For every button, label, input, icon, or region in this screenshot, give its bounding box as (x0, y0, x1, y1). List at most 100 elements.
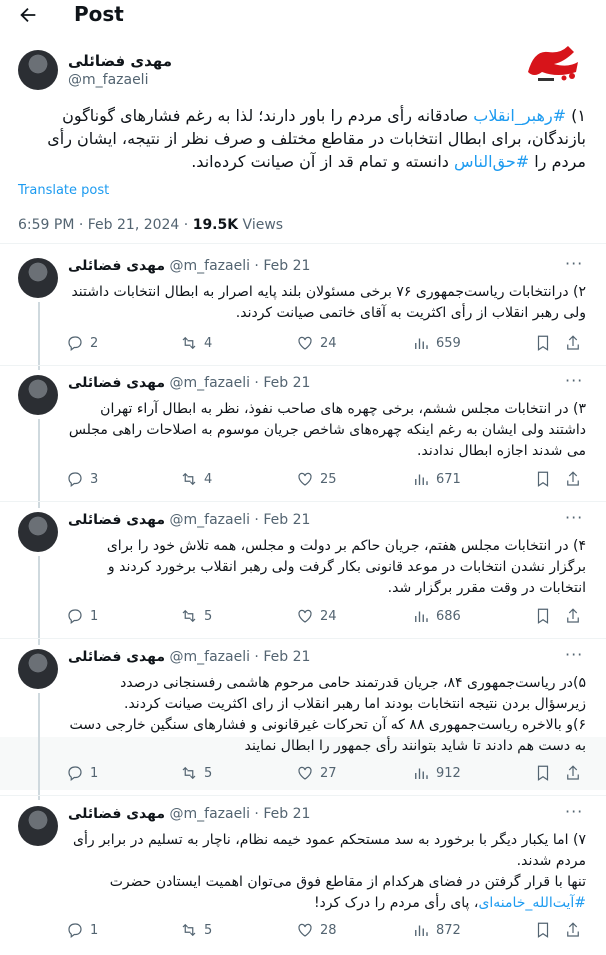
like-button[interactable]: 24 (296, 606, 337, 626)
author-handle[interactable]: @m_fazaeli · Feb 21 (170, 258, 311, 274)
bookmark-button[interactable] (534, 763, 552, 783)
hashtag-link[interactable]: #آیت‌الله_خامنه‌ای (478, 895, 586, 911)
author-handle[interactable]: @m_fazaeli · Feb 21 (170, 649, 311, 665)
divider (0, 243, 606, 244)
views-button[interactable]: 659 (412, 333, 461, 353)
author-handle[interactable]: @m_fazaeli (68, 72, 148, 88)
like-icon (298, 336, 312, 350)
reply-button[interactable]: 1 (66, 920, 98, 940)
author-handle[interactable]: @m_fazaeli · Feb 21 (170, 806, 311, 822)
more-options-icon[interactable]: ··· (565, 802, 583, 821)
like-button[interactable]: 27 (296, 763, 337, 783)
views-count: 872 (436, 922, 461, 938)
repost-button[interactable]: 4 (180, 469, 212, 489)
divider (0, 638, 606, 639)
reply-text: ۷) اما یکبار دیگر با برخورد به سد مستحکم… (73, 832, 586, 911)
reply-icon (68, 336, 82, 351)
avatar[interactable] (18, 258, 58, 298)
hashtag-link[interactable]: #رهبر_انقلاب (473, 106, 566, 125)
author-name[interactable]: مهدی فضائلی (68, 52, 172, 70)
reply-button[interactable]: 1 (66, 763, 98, 783)
translate-post-link[interactable]: Translate post (18, 183, 109, 198)
author-name[interactable]: مهدی فضائلی (68, 512, 165, 528)
reply-header: مهدی فضائلی @m_fazaeli · Feb 21 (68, 375, 310, 391)
repost-button[interactable]: 5 (180, 920, 212, 940)
views-button[interactable]: 686 (412, 606, 461, 626)
hashtag-link[interactable]: #حق‌الناس (454, 152, 529, 171)
like-button[interactable]: 28 (296, 920, 337, 940)
top-bar: Post (0, 0, 606, 32)
views-button[interactable]: 912 (412, 763, 461, 783)
avatar[interactable] (18, 806, 58, 846)
views-count: 671 (436, 471, 461, 487)
views-count: 912 (436, 765, 461, 781)
bookmark-icon (537, 471, 549, 487)
avatar[interactable] (18, 649, 58, 689)
views-icon (415, 768, 428, 779)
reply-button[interactable]: 2 (66, 333, 98, 353)
author-handle[interactable]: @m_fazaeli · Feb 21 (170, 512, 311, 528)
repost-button[interactable]: 5 (180, 606, 212, 626)
action-bar: 1 5 27 912 (66, 763, 586, 783)
share-button[interactable] (564, 333, 582, 353)
author-name[interactable]: مهدی فضائلی (68, 375, 165, 391)
reply-count: 3 (90, 471, 99, 487)
repost-button[interactable]: 5 (180, 763, 212, 783)
bookmark-button[interactable] (534, 333, 552, 353)
repost-count: 4 (204, 335, 213, 351)
share-button[interactable] (564, 920, 582, 940)
share-button[interactable] (564, 469, 582, 489)
author-name[interactable]: مهدی فضائلی (68, 258, 165, 274)
like-icon (298, 923, 312, 937)
views-button[interactable]: 872 (412, 920, 461, 940)
avatar[interactable] (18, 512, 58, 552)
reply-count: 1 (90, 765, 99, 781)
avatar[interactable] (18, 375, 58, 415)
reply-text: ۲) درانتخابات ریاست‌جمهوری ۷۶ برخی مسئول… (71, 284, 586, 321)
thread-connector (38, 302, 40, 370)
repost-button[interactable]: 4 (180, 333, 212, 353)
back-arrow-icon[interactable] (17, 4, 39, 26)
repost-icon (182, 923, 196, 937)
reply-button[interactable]: 1 (66, 606, 98, 626)
bookmark-button[interactable] (534, 920, 552, 940)
bookmark-button[interactable] (534, 606, 552, 626)
repost-count: 5 (204, 608, 213, 624)
action-bar: 1 5 28 872 (66, 920, 586, 940)
more-options-icon[interactable]: ··· (565, 371, 583, 390)
reply-text: ۳) در انتخابات مجلس ششم، برخی چهره های ص… (68, 401, 586, 459)
nagar-logo-icon (528, 46, 578, 81)
more-options-icon[interactable]: ··· (565, 508, 583, 527)
like-button[interactable]: 25 (296, 469, 337, 489)
reply-icon (68, 472, 82, 487)
divider (0, 365, 606, 366)
author-handle[interactable]: @m_fazaeli · Feb 21 (170, 375, 311, 391)
divider (0, 501, 606, 502)
post-timestamp[interactable]: 6:59 PM · Feb 21, 2024 · (18, 217, 193, 233)
reply-button[interactable]: 3 (66, 469, 98, 489)
bookmark-button[interactable] (534, 469, 552, 489)
author-name[interactable]: مهدی فضائلی (68, 649, 165, 665)
views-icon (415, 338, 428, 349)
avatar[interactable] (18, 50, 58, 90)
like-button[interactable]: 24 (296, 333, 337, 353)
repost-icon (182, 609, 196, 623)
repost-count: 4 (204, 471, 213, 487)
share-button[interactable] (564, 606, 582, 626)
like-icon (298, 472, 312, 486)
like-count: 25 (320, 471, 337, 487)
more-options-icon[interactable]: ··· (565, 254, 583, 273)
repost-count: 5 (204, 765, 213, 781)
views-icon (415, 611, 428, 622)
like-icon (298, 609, 312, 623)
like-count: 27 (320, 765, 337, 781)
author-name[interactable]: مهدی فضائلی (68, 806, 165, 822)
post-meta: 6:59 PM · Feb 21, 2024 · 19.5K Views (18, 217, 284, 233)
views-icon (415, 474, 428, 485)
reply-count: 1 (90, 608, 99, 624)
share-button[interactable] (564, 763, 582, 783)
reply-header: مهدی فضائلی @m_fazaeli · Feb 21 (68, 258, 310, 274)
reply-header: مهدی فضائلی @m_fazaeli · Feb 21 (68, 806, 310, 822)
views-button[interactable]: 671 (412, 469, 461, 489)
more-options-icon[interactable]: ··· (565, 645, 583, 664)
